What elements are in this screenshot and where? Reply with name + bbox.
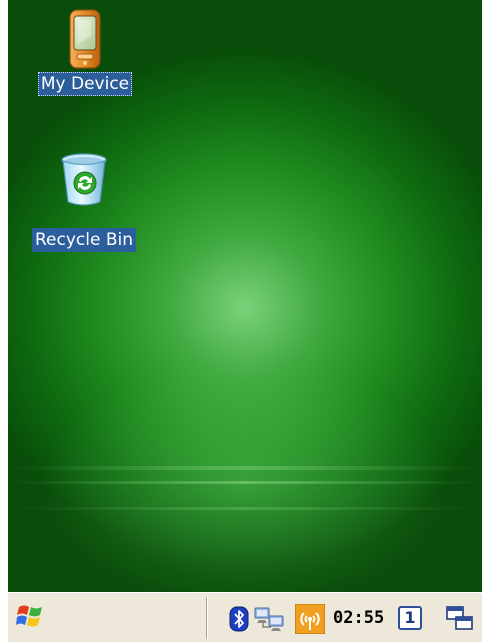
device-screen: My Device Recycle Bin 02:55 1 xyxy=(8,0,482,642)
recycle-bin-icon xyxy=(18,150,150,228)
wireless-signal-icon[interactable] xyxy=(294,603,326,638)
desktop-icon-label: Recycle Bin xyxy=(31,228,136,252)
desktop-icon-label: My Device xyxy=(37,72,133,96)
taskbar: 02:55 1 xyxy=(8,592,482,642)
my-device-shortcut[interactable]: My Device xyxy=(24,6,146,96)
pda-device-icon xyxy=(24,6,146,72)
desktop[interactable]: My Device Recycle Bin xyxy=(8,0,482,592)
recycle-bin-shortcut[interactable]: Recycle Bin xyxy=(18,144,150,252)
system-tray: 02:55 xyxy=(206,597,396,639)
windows-flag-icon xyxy=(16,602,44,634)
bluetooth-icon[interactable] xyxy=(229,606,249,636)
network-connection-icon[interactable] xyxy=(253,604,285,636)
window-switch-icon[interactable] xyxy=(446,606,474,636)
clock[interactable]: 02:55 xyxy=(333,605,384,631)
wallpaper-streak xyxy=(8,466,482,470)
wallpaper-streak xyxy=(8,481,482,484)
wallpaper-streak xyxy=(8,507,482,510)
start-button[interactable] xyxy=(10,599,50,637)
desktop-number-indicator[interactable]: 1 xyxy=(398,606,422,630)
